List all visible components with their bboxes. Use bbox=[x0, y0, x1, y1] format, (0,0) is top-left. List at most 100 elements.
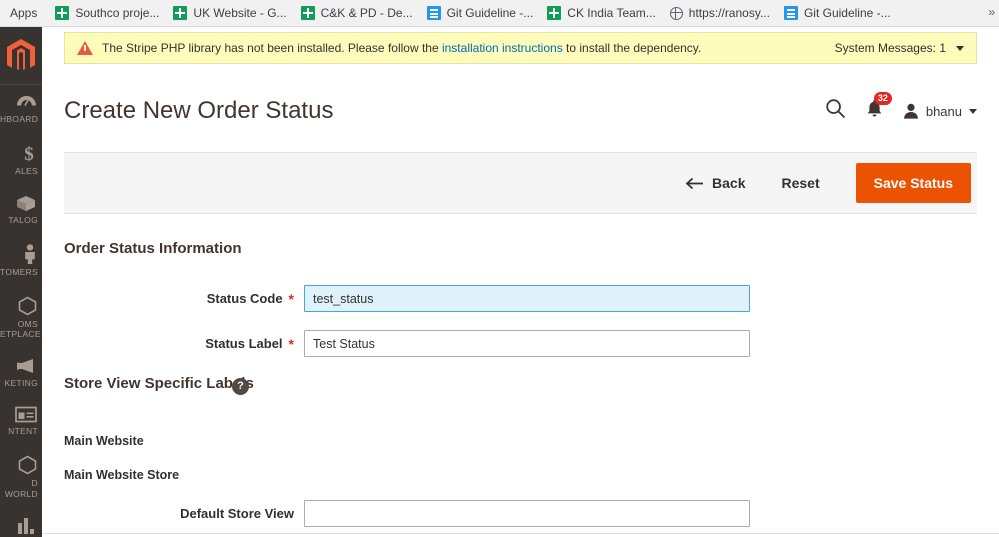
system-message-banner: The Stripe PHP library has not been inst… bbox=[64, 32, 977, 64]
bookmark-label: Git Guideline -... bbox=[803, 6, 891, 20]
sidebar-item-label: ALES bbox=[15, 165, 38, 176]
bookmark-item[interactable]: https://ranosy... bbox=[664, 3, 776, 23]
back-button[interactable]: Back bbox=[671, 167, 759, 199]
field-row-status-label: Status Label * bbox=[64, 330, 977, 357]
status-code-label-wrap: Status Code * bbox=[64, 291, 304, 306]
save-status-button[interactable]: Save Status bbox=[855, 163, 971, 203]
required-marker: * bbox=[288, 290, 294, 307]
sidebar-item-content[interactable]: NTENT bbox=[0, 396, 42, 445]
sheets-icon bbox=[547, 6, 562, 20]
bookmark-item[interactable]: UK Website - G... bbox=[167, 3, 292, 23]
field-row-default-store-view: Default Store View bbox=[64, 500, 977, 527]
header-actions: 32 bhanu bbox=[825, 92, 977, 124]
sidebar-item-customers[interactable]: TOMERS bbox=[0, 234, 42, 286]
content-bottom-divider bbox=[42, 533, 999, 534]
store-group-label: Main Website Store bbox=[64, 468, 180, 482]
bookmark-item[interactable]: Git Guideline -... bbox=[778, 3, 897, 23]
sidebar-item-commerce-marketplace[interactable]: OMS ETPLACE bbox=[0, 286, 42, 348]
bookmark-overflow-icon[interactable]: » bbox=[988, 5, 995, 19]
apps-shortcut[interactable]: Apps bbox=[6, 3, 45, 23]
notifications-bell[interactable]: 32 bbox=[866, 92, 892, 123]
system-message-text-before: The Stripe PHP library has not been inst… bbox=[102, 41, 442, 55]
layout-icon bbox=[0, 406, 40, 423]
browser-bookmark-bar: Apps Southco proje... UK Website - G... … bbox=[0, 0, 999, 27]
default-store-view-label-wrap: Default Store View bbox=[64, 506, 304, 521]
status-code-label: Status Code bbox=[206, 291, 283, 306]
field-row-status-code: Status Code * bbox=[64, 285, 977, 312]
required-marker: * bbox=[288, 335, 294, 352]
store-view-specific-labels-section: Store View Specific Labels ? Main Websit… bbox=[64, 375, 977, 527]
back-button-label: Back bbox=[712, 175, 746, 191]
dollar-icon: $ bbox=[0, 143, 40, 163]
sidebar-item-hello-world[interactable]: D WORLD bbox=[0, 445, 42, 507]
system-messages-count-label: System Messages: 1 bbox=[834, 41, 946, 55]
magento-logo-icon bbox=[7, 38, 35, 70]
status-label-label: Status Label bbox=[205, 336, 283, 351]
user-name-label: bhanu bbox=[925, 103, 962, 119]
sheets-icon bbox=[173, 6, 188, 20]
user-menu[interactable]: bhanu bbox=[903, 103, 977, 120]
docs-icon bbox=[783, 6, 798, 20]
bookmark-label: UK Website - G... bbox=[193, 6, 287, 20]
sidebar-item-label: TOMERS bbox=[0, 266, 39, 277]
bookmark-label: Southco proje... bbox=[75, 6, 160, 20]
sheets-icon bbox=[300, 6, 315, 20]
admin-sidebar: HBOARD $ ALES TALOG TOMERS OMS ETPLACE K… bbox=[0, 27, 42, 537]
system-message-text: The Stripe PHP library has not been inst… bbox=[102, 41, 701, 55]
sidebar-item-label: D WORLD bbox=[4, 478, 38, 499]
hexagon-icon bbox=[0, 296, 40, 316]
sidebar-item-sales[interactable]: $ ALES bbox=[0, 133, 42, 185]
store-website-label: Main Website bbox=[64, 434, 144, 448]
chevron-down-icon bbox=[956, 45, 964, 51]
system-message-text-after: to install the dependency. bbox=[562, 41, 702, 55]
status-label-label-wrap: Status Label * bbox=[64, 336, 304, 351]
megaphone-icon bbox=[0, 358, 40, 375]
sidebar-item-label: TALOG bbox=[8, 215, 38, 226]
admin-main-content: The Stripe PHP library has not been inst… bbox=[42, 27, 999, 537]
bookmark-item[interactable]: Git Guideline -... bbox=[421, 3, 540, 23]
sidebar-item-catalog[interactable]: TALOG bbox=[0, 184, 42, 234]
search-icon[interactable] bbox=[825, 98, 846, 124]
installation-instructions-link[interactable]: installation instructions bbox=[442, 41, 563, 55]
bar-chart-icon bbox=[0, 517, 40, 535]
bookmark-label: Git Guideline -... bbox=[446, 6, 534, 20]
svg-text:$: $ bbox=[24, 144, 34, 163]
status-label-input[interactable] bbox=[304, 330, 750, 357]
sidebar-item-label: KETING bbox=[4, 377, 38, 388]
magento-logo[interactable] bbox=[0, 27, 42, 85]
bookmark-item[interactable]: CK India Team... bbox=[541, 3, 662, 23]
sidebar-item-reports[interactable]: PORTS bbox=[0, 507, 42, 537]
dashboard-icon bbox=[0, 95, 40, 111]
default-store-view-label: Default Store View bbox=[180, 506, 294, 521]
chevron-down-icon bbox=[969, 108, 977, 114]
bookmark-item[interactable]: C&K & PD - De... bbox=[295, 3, 419, 23]
hexagon-icon bbox=[0, 455, 40, 475]
bookmark-item[interactable]: Southco proje... bbox=[49, 3, 165, 23]
arrow-left-icon bbox=[685, 177, 704, 189]
section-title-order-status-information: Order Status Information bbox=[64, 240, 242, 257]
notifications-badge: 32 bbox=[873, 92, 892, 105]
section-title-store-view-specific-labels: Store View Specific Labels bbox=[64, 375, 254, 392]
sidebar-item-label: NTENT bbox=[8, 426, 38, 437]
page-title: Create New Order Status bbox=[64, 97, 334, 124]
globe-icon bbox=[669, 6, 683, 20]
person-icon bbox=[0, 244, 40, 264]
bookmark-label: https://ranosy... bbox=[688, 6, 770, 20]
sidebar-item-marketing[interactable]: KETING bbox=[0, 348, 42, 397]
docs-icon bbox=[426, 6, 441, 20]
system-messages-toggle[interactable]: System Messages: 1 bbox=[835, 41, 964, 55]
sheets-icon bbox=[55, 6, 70, 20]
page-actions-toolbar: Back Reset Save Status bbox=[64, 152, 977, 214]
sidebar-item-label: OMS ETPLACE bbox=[0, 318, 41, 340]
sidebar-item-dashboard[interactable]: HBOARD bbox=[0, 85, 42, 133]
bookmark-label: C&K & PD - De... bbox=[320, 6, 413, 20]
reset-button[interactable]: Reset bbox=[759, 167, 841, 199]
sidebar-item-label: HBOARD bbox=[0, 114, 39, 124]
default-store-view-input[interactable] bbox=[304, 500, 750, 527]
box-icon bbox=[0, 194, 40, 212]
page-header: Create New Order Status 32 bhanu bbox=[64, 90, 977, 132]
user-icon bbox=[903, 103, 918, 119]
warning-icon bbox=[77, 41, 93, 55]
status-code-input[interactable] bbox=[304, 285, 750, 312]
help-icon[interactable]: ? bbox=[232, 378, 249, 395]
